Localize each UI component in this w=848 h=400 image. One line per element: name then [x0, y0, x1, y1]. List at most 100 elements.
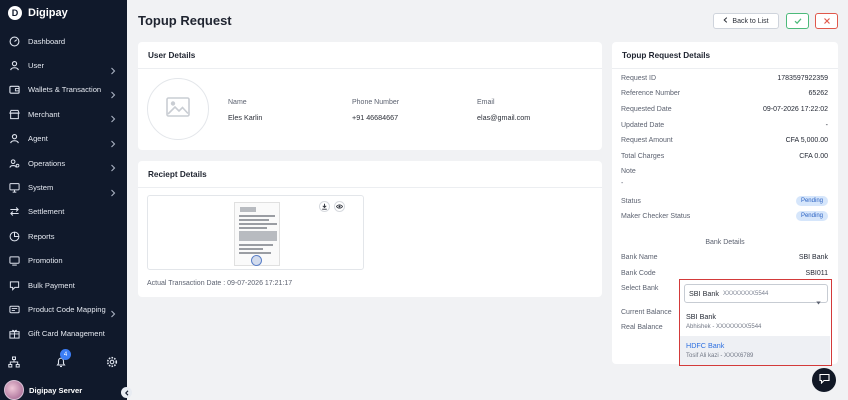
select-bank-input[interactable]: SBI Bank XXXXXXXX5544 [684, 284, 828, 305]
receipt-details-card: Reciept Details Actual Transaction Date … [138, 161, 602, 297]
approve-button[interactable] [786, 13, 809, 29]
user-icon [9, 60, 20, 71]
email-value: elas@gmail.com [477, 113, 531, 122]
sidebar-item-bulk-payment[interactable]: Bulk Payment [0, 273, 127, 297]
agent-icon [9, 133, 20, 144]
back-to-list-button[interactable]: Back to List [713, 13, 779, 29]
selected-bank-name: SBI Bank [689, 289, 719, 298]
detail-row-updated-date: Updated Date - [621, 121, 828, 129]
sidebar-item-label: Promotion [28, 256, 63, 266]
page-title: Topup Request [138, 13, 232, 28]
sidebar-item-label: System [28, 183, 54, 193]
detail-row-requested-date: Requested Date 09-07-2026 17:22:02 [621, 105, 828, 113]
report-icon [9, 231, 20, 242]
bank-option-hdfc[interactable]: HDFC Bank Tosif Ali kazi - XXXX6789 [680, 336, 830, 365]
detail-row-total-charges: Total Charges CFA 0.00 [621, 152, 828, 160]
maker-checker-status-badge: Pending [795, 211, 828, 221]
sidebar-item-label: Bulk Payment [28, 280, 75, 290]
bank-options-list: SBI Bank Abhishek - XXXXXXXX5544 HDFC Ba… [680, 307, 830, 365]
sidebar-item-user[interactable]: User [0, 53, 127, 77]
back-to-list-label: Back to List [732, 17, 769, 25]
detail-row-maker-checker-status: Maker Checker Status Pending [621, 210, 828, 222]
users-cog-icon [9, 158, 20, 169]
sidebar-item-label: Gift Card Management [28, 329, 105, 339]
chevron-right-icon [110, 184, 116, 196]
sidebar: D Digipay Dashboard User Wallets & Trans… [0, 0, 132, 400]
receipt-preview [147, 195, 364, 270]
receipt-image[interactable] [234, 202, 280, 266]
chat-icon [818, 371, 830, 389]
name-value: Eles Karlin [228, 113, 263, 122]
store-icon [9, 109, 20, 120]
reject-button[interactable] [815, 13, 838, 29]
sidebar-item-label: Merchant [28, 109, 60, 119]
sidebar-item-reports[interactable]: Reports [0, 224, 127, 248]
note-value-row: - [621, 179, 624, 187]
brand-logo-icon: D [8, 6, 22, 20]
sidebar-item-wallets[interactable]: Wallets & Transaction [0, 78, 127, 102]
phone-label: Phone Number [352, 99, 400, 106]
collapse-sidebar-button[interactable] [121, 387, 132, 398]
name-label: Name [228, 99, 247, 106]
dashboard-icon [9, 36, 20, 47]
sidebar-item-label: Operations [28, 158, 66, 168]
email-label: Email [477, 99, 495, 106]
detail-row-reference-number: Reference Number 65262 [621, 89, 828, 97]
topup-details-title: Topup Request Details [612, 42, 838, 69]
sidebar-item-label: Product Code Mapping [28, 304, 106, 314]
detail-row-bank-name: Bank Name SBI Bank [621, 253, 828, 261]
sidebar-item-promotion[interactable]: Promotion [0, 249, 127, 273]
user-name: Digipay Server [29, 385, 83, 395]
user-photo [147, 78, 209, 140]
user-profile[interactable]: Digipay Server [4, 380, 82, 400]
brand[interactable]: D Digipay [8, 6, 68, 20]
sidebar-item-gift-card-management[interactable]: Gift Card Management [0, 322, 127, 346]
chevron-right-icon [110, 62, 116, 74]
phone-value: +91 46684667 [352, 113, 399, 122]
sitemap-icon[interactable] [8, 355, 20, 368]
selected-bank-account: XXXXXXXX5544 [722, 290, 769, 297]
chevron-right-icon [110, 305, 116, 318]
gift-card-icon [9, 328, 20, 339]
detail-row-request-id: Request ID 1783597922359 [621, 74, 828, 82]
notification-badge: 4 [60, 349, 71, 360]
promotion-icon [9, 255, 20, 266]
sidebar-item-label: Reports [28, 231, 55, 241]
select-bank-dropdown: SBI Bank XXXXXXXX5544 SBI Bank Abhishek … [679, 279, 832, 366]
brand-name: Digipay [28, 7, 68, 19]
download-icon[interactable] [319, 201, 330, 212]
sidebar-item-label: Wallets & Transaction [28, 85, 102, 95]
user-details-card: User Details Name Eles Karlin Phone Numb… [138, 42, 602, 150]
eye-icon[interactable] [334, 201, 345, 212]
close-icon [823, 12, 831, 30]
avatar [4, 380, 24, 400]
sidebar-item-system[interactable]: System [0, 175, 127, 199]
user-details-title: User Details [138, 42, 602, 69]
bank-details-title: Bank Details [705, 239, 745, 246]
detail-row-status: Status Pending [621, 195, 828, 207]
monitor-icon [9, 182, 20, 193]
sidebar-item-product-code-mapping[interactable]: Product Code Mapping [0, 297, 127, 321]
sidebar-nav: Dashboard User Wallets & Transaction Mer… [0, 29, 127, 346]
detail-row-note: Note [621, 167, 636, 175]
bank-option-sbi[interactable]: SBI Bank Abhishek - XXXXXXXX5544 [680, 307, 830, 336]
caret-down-icon[interactable] [816, 292, 821, 305]
sidebar-item-operations[interactable]: Operations [0, 151, 127, 175]
gear-icon[interactable] [106, 355, 118, 368]
sidebar-item-label: User [28, 61, 45, 71]
sidebar-item-settlement[interactable]: Settlement [0, 200, 127, 224]
sidebar-item-label: Agent [28, 134, 48, 144]
swap-icon [9, 206, 20, 217]
chevron-right-icon [110, 135, 116, 148]
chevron-left-icon [723, 17, 728, 25]
bulk-payment-icon [9, 280, 20, 291]
receipt-details-title: Reciept Details [138, 161, 602, 188]
sidebar-item-agent[interactable]: Agent [0, 127, 127, 151]
status-badge: Pending [795, 196, 828, 206]
chat-button[interactable] [812, 368, 836, 392]
wallet-icon [9, 84, 20, 95]
sidebar-item-merchant[interactable]: Merchant [0, 102, 127, 126]
chevron-right-icon [110, 159, 116, 172]
sidebar-item-label: Settlement [28, 207, 65, 217]
sidebar-item-dashboard[interactable]: Dashboard [0, 29, 127, 53]
